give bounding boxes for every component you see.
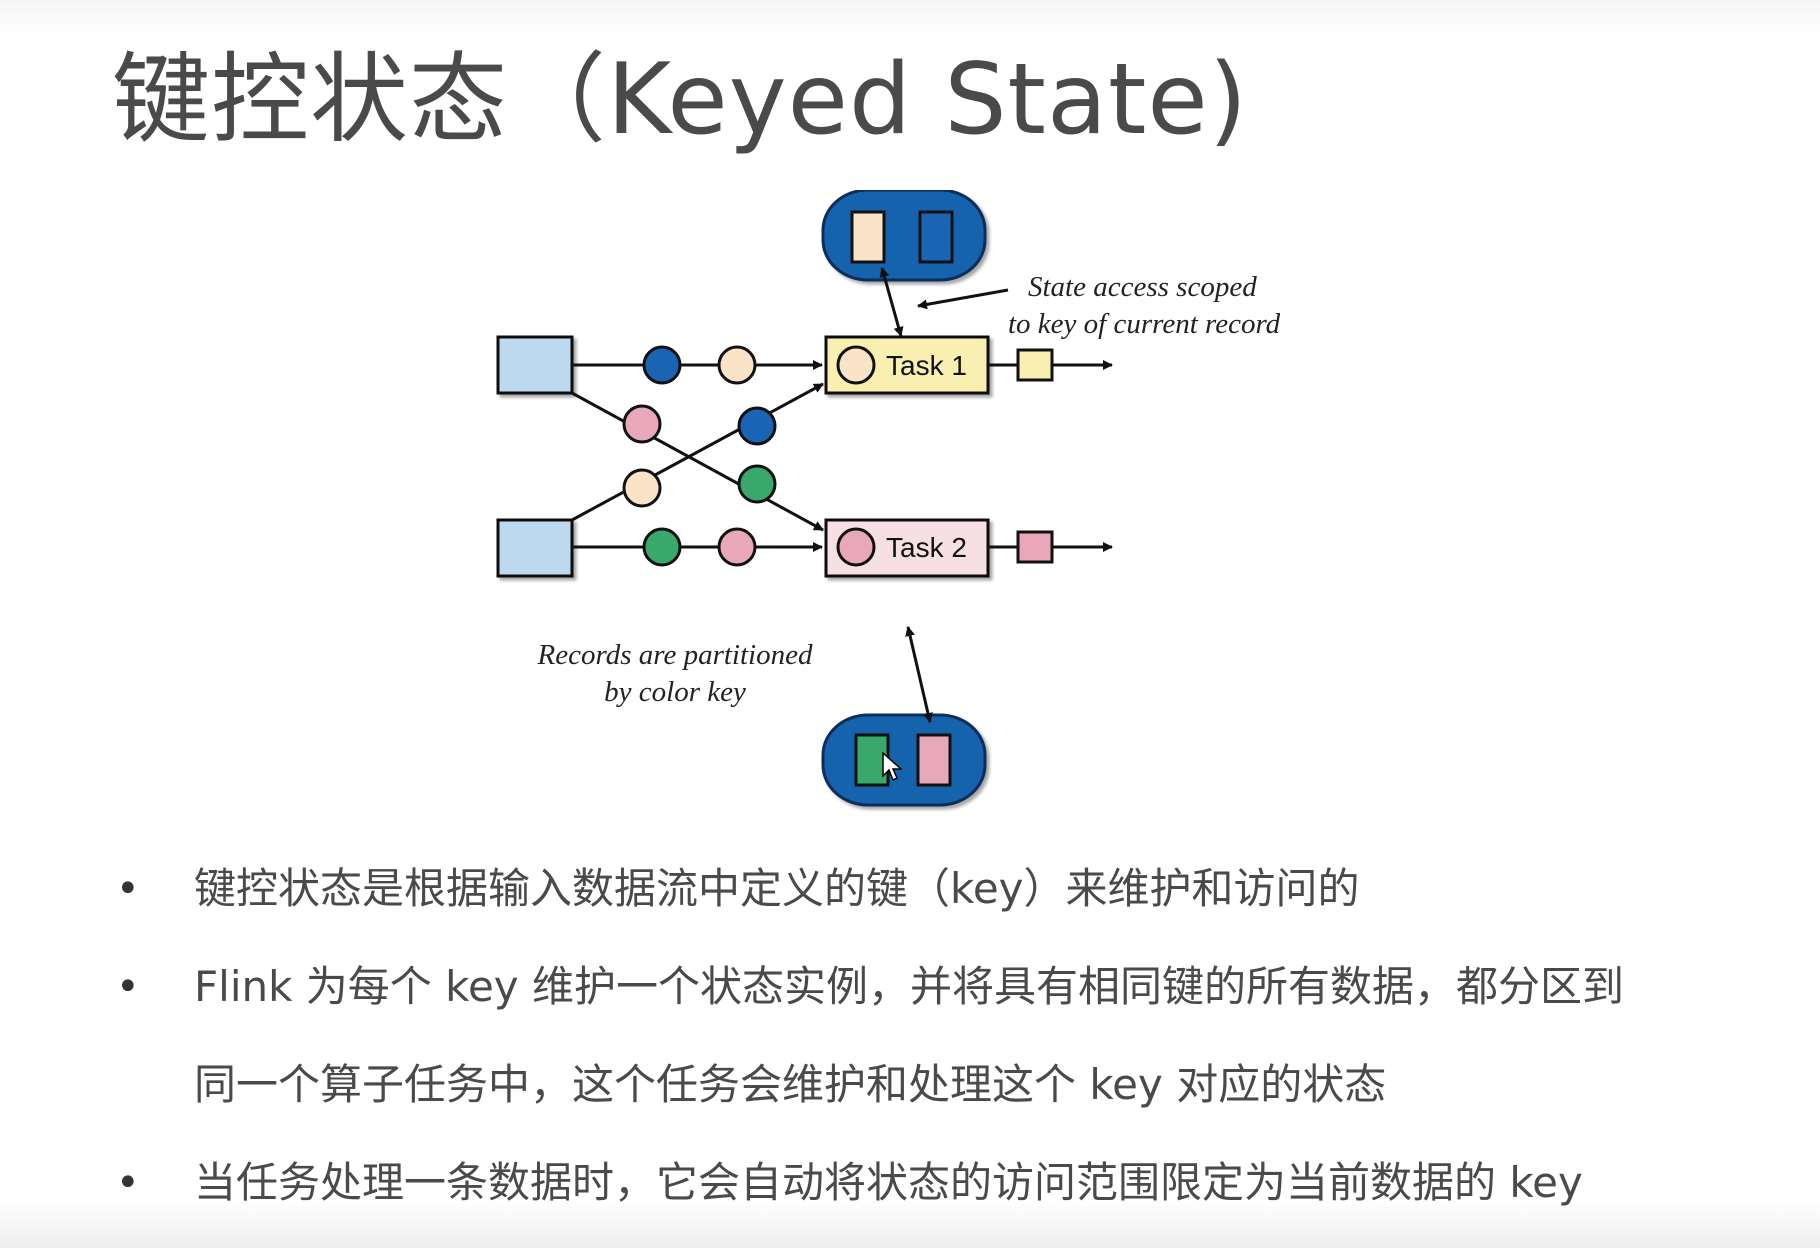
record-peach [717,345,757,385]
slide-title: 键控状态（Keyed State) [112,43,1248,157]
record-green [737,464,777,504]
state-slot-pink [916,733,952,787]
bullet-dot-icon: • [116,964,140,1010]
annotation-pointer [917,288,1009,310]
source-bottom [496,518,574,578]
source-top [496,335,574,395]
record-green [642,527,682,567]
bullet-list: • 键控状态是根据输入数据流中定义的键（key）来维护和访问的 • Flink … [110,840,1790,1232]
task-2-key [836,527,876,567]
record-peach [622,468,662,508]
flow-cross-up [571,382,824,522]
task-2: Task 2 [824,518,990,578]
state-slot-peach [850,210,886,264]
annotation-partition-2: by color key [604,676,746,708]
task-1-label: Task 1 [886,350,967,381]
slide: 键控状态（Keyed State) Task 1 Task 2 State ac… [0,0,1820,1248]
bullet-dot-icon: • [116,866,140,912]
annotation-state-access-2: to key of current record [1008,308,1281,340]
task-1: Task 1 [824,335,990,395]
bullet-item: • 当任务处理一条数据时，它会自动将状态的访问范围限定为当前数据的 key [110,1134,1790,1232]
record-blue [642,345,682,385]
bullet-text: 键控状态是根据输入数据流中定义的键（key）来维护和访问的 [194,864,1360,913]
task-1-key [836,345,876,385]
annotation-partition-1: Records are partitioned [537,639,813,671]
record-pink [717,527,757,567]
bullet-dot-icon: • [116,1160,140,1206]
output-record-task2 [1016,530,1054,564]
output-record-task1 [1016,348,1054,382]
bullet-item: • 键控状态是根据输入数据流中定义的键（key）来维护和访问的 [110,840,1790,938]
annotation-state-access-1: State access scoped [1028,271,1257,303]
bullet-text: Flink 为每个 key 维护一个状态实例，并将具有相同键的所有数据，都分区到 [194,962,1625,1011]
bullet-text: 当任务处理一条数据时，它会自动将状态的访问范围限定为当前数据的 key [194,1158,1583,1207]
state-store-task1 [821,190,987,282]
state-slot-blue [918,210,954,264]
record-pink [622,404,662,444]
state-access-arrow-task2 [905,626,933,723]
bullet-item: • Flink 为每个 key 维护一个状态实例，并将具有相同键的所有数据，都分… [110,938,1790,1134]
mouse-cursor-icon [882,752,902,782]
task-2-label: Task 2 [886,532,967,563]
bullet-text-continued: 同一个算子任务中，这个任务会维护和处理这个 key 对应的状态 [194,1060,1387,1109]
state-store-task2 [821,713,987,807]
record-blue [737,406,777,446]
flow-cross-down [571,391,824,532]
keyed-state-diagram: Task 1 Task 2 State access scoped to key… [496,190,1281,807]
